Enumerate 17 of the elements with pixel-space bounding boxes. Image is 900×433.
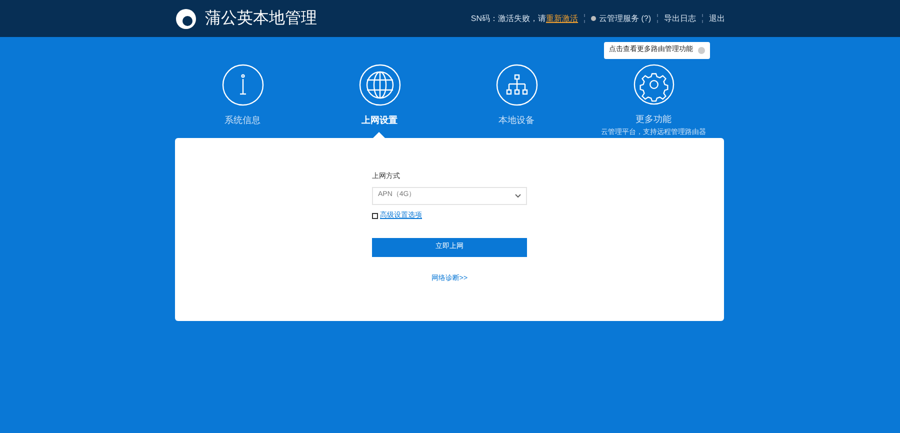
info-icon[interactable] [222,64,264,106]
app-title: 蒲公英本地管理 [205,8,317,28]
tree-icon[interactable] [496,64,538,106]
nav-tab[interactable]: 系统信息 [224,114,260,128]
gear-icon[interactable] [632,64,674,105]
header-link[interactable]: 导出日志 [664,12,696,24]
header-link[interactable]: 退出 [709,12,725,24]
nav-tab[interactable]: 更多功能 [636,113,672,126]
reactivate-link[interactable]: 重新激活 [546,12,578,24]
chevron-down-icon [515,194,521,198]
header-link[interactable]: 云管理服务 (?) [599,12,651,24]
nav-tab[interactable]: 本地设备 [498,114,534,128]
globe-icon[interactable] [358,64,400,106]
nav-tab[interactable]: 上网设置 [362,114,398,128]
logo-icon [175,8,197,30]
sn-status-text: SN码：激活失败，请 [470,12,546,24]
checkbox[interactable] [372,212,378,219]
